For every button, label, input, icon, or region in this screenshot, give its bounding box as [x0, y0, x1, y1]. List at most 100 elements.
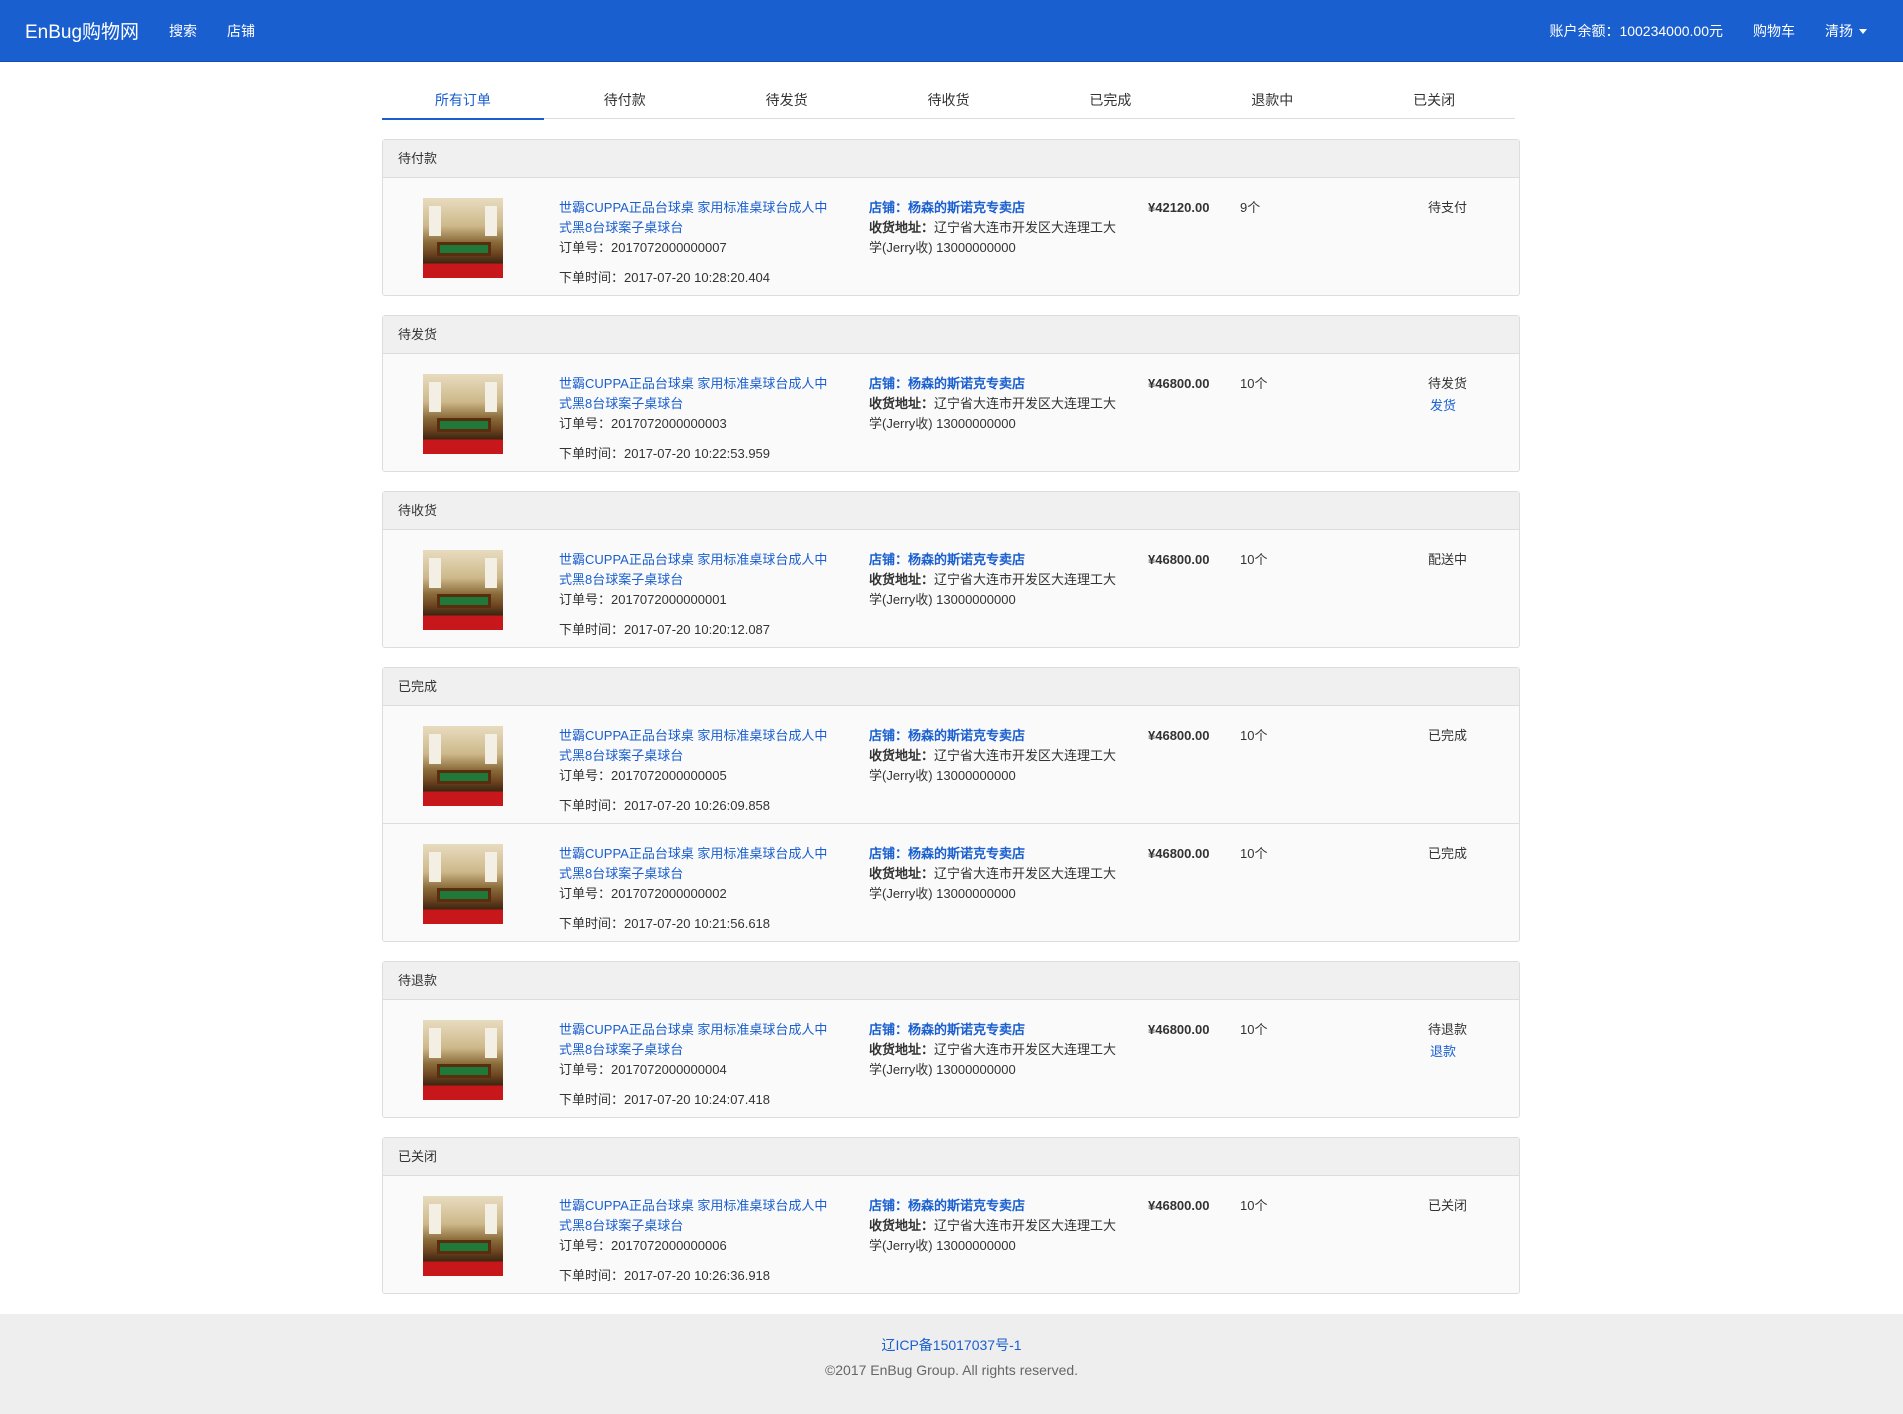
- order-quantity: 10个: [1240, 728, 1268, 743]
- thumbnail-window-left: [429, 382, 441, 412]
- shop-name-link[interactable]: 店铺：杨森的斯诺克专卖店: [869, 844, 1129, 864]
- product-thumbnail[interactable]: [423, 198, 503, 278]
- product-title-link[interactable]: 世霸CUPPA正品台球桌 家用标准桌球台成人中式黑8台球案子桌球台: [559, 726, 829, 766]
- shop-name-link[interactable]: 店铺：杨森的斯诺克专卖店: [869, 374, 1129, 394]
- product-info: 世霸CUPPA正品台球桌 家用标准桌球台成人中式黑8台球案子桌球台 订单号：201…: [559, 198, 829, 288]
- order-price: ¥46800.00: [1148, 1198, 1210, 1213]
- product-thumbnail[interactable]: [423, 1196, 503, 1276]
- user-name: 清扬: [1825, 22, 1853, 39]
- order-group-heading: 已完成: [383, 668, 1519, 706]
- order-quantity: 10个: [1240, 846, 1268, 861]
- product-title-link[interactable]: 世霸CUPPA正品台球桌 家用标准桌球台成人中式黑8台球案子桌球台: [559, 1020, 829, 1060]
- product-info: 世霸CUPPA正品台球桌 家用标准桌球台成人中式黑8台球案子桌球台订单号：201…: [559, 374, 829, 464]
- order-row: 世霸CUPPA正品台球桌 家用标准桌球台成人中式黑8台球案子桌球台订单号：201…: [383, 354, 1519, 471]
- product-thumbnail[interactable]: [423, 374, 503, 454]
- shop-name-link[interactable]: 店铺：杨森的斯诺克专卖店: [869, 1020, 1129, 1040]
- product-thumbnail[interactable]: [423, 844, 503, 924]
- order-number: 订单号：2017072000000001: [559, 592, 727, 607]
- order-status: 已关闭: [1428, 1196, 1488, 1216]
- thumbnail-billiard-table: [437, 888, 491, 902]
- order-status: 配送中: [1428, 550, 1488, 570]
- order-group-panel: 待发货 世霸CUPPA正品台球桌 家用标准桌球台成人中式黑8台球案子桌球台订单号：…: [382, 315, 1520, 472]
- shop-name-link[interactable]: 店铺：杨森的斯诺克专卖店: [869, 1196, 1129, 1216]
- product-info: 世霸CUPPA正品台球桌 家用标准桌球台成人中式黑8台球案子桌球台订单号：201…: [559, 550, 829, 640]
- icp-license-link[interactable]: 辽ICP备15017037号-1: [0, 1335, 1903, 1355]
- shop-info: 店铺：杨森的斯诺克专卖店 收货地址：辽宁省大连市开发区大连理工大学(Jerry收)…: [869, 844, 1129, 904]
- order-time: 下单时间：2017-07-20 10:22:53.959: [559, 446, 771, 461]
- order-price: ¥46800.00: [1148, 1022, 1210, 1037]
- order-status: 已完成: [1428, 726, 1488, 746]
- brand-logo[interactable]: EnBug购物网: [25, 17, 139, 44]
- order-status-text: 待发货: [1428, 376, 1468, 391]
- page-footer: 辽ICP备15017037号-1 ©2017 EnBug Group. All …: [0, 1314, 1903, 1414]
- shop-name-link[interactable]: 店铺：杨森的斯诺克专卖店: [869, 198, 1129, 218]
- order-row: 世霸CUPPA正品台球桌 家用标准桌球台成人中式黑8台球案子桌球台 订单号：201…: [383, 706, 1519, 823]
- order-group-panel: 待收货 世霸CUPPA正品台球桌 家用标准桌球台成人中式黑8台球案子桌球台 订单号：…: [382, 491, 1520, 648]
- thumbnail-window-right: [485, 1204, 497, 1234]
- order-quantity: 9个: [1240, 200, 1261, 215]
- order-action-link[interactable]: 退款: [1430, 1042, 1488, 1062]
- copyright-text: ©2017 EnBug Group. All rights reserved.: [824, 1362, 1079, 1378]
- order-quantity: 10个: [1240, 1198, 1268, 1213]
- shop-name-link[interactable]: 店铺：杨森的斯诺克专卖店: [869, 550, 1129, 570]
- thumbnail-window-left: [429, 734, 441, 764]
- shop-info: 店铺：杨森的斯诺克专卖店 收货地址：辽宁省大连市开发区大连理工大学(Jerry收)…: [869, 726, 1129, 786]
- nav-shop-link[interactable]: 店铺: [227, 21, 255, 41]
- product-title-link[interactable]: 世霸CUPPA正品台球桌 家用标准桌球台成人中式黑8台球案子桌球台: [559, 550, 829, 590]
- tab-pending-payment[interactable]: 待付款: [544, 86, 706, 118]
- thumbnail-window-right: [485, 734, 497, 764]
- thumbnail-billiard-table: [437, 1240, 491, 1254]
- order-status-text: 已完成: [1428, 846, 1468, 861]
- tab-all-orders[interactable]: 所有订单: [382, 86, 544, 120]
- order-number: 订单号：2017072000000003: [559, 416, 727, 431]
- product-title-link[interactable]: 世霸CUPPA正品台球桌 家用标准桌球台成人中式黑8台球案子桌球台: [559, 374, 829, 414]
- product-thumbnail[interactable]: [423, 726, 503, 806]
- tab-closed[interactable]: 已关闭: [1353, 86, 1515, 118]
- order-time: 下单时间：2017-07-20 10:26:09.858: [559, 798, 771, 813]
- order-time: 下单时间：2017-07-20 10:26:36.918: [559, 1268, 771, 1283]
- product-title-link[interactable]: 世霸CUPPA正品台球桌 家用标准桌球台成人中式黑8台球案子桌球台: [559, 198, 829, 238]
- product-title-link[interactable]: 世霸CUPPA正品台球桌 家用标准桌球台成人中式黑8台球案子桌球台: [559, 844, 829, 884]
- thumbnail-window-right: [485, 558, 497, 588]
- tab-completed[interactable]: 已完成: [1029, 86, 1191, 118]
- product-info: 世霸CUPPA正品台球桌 家用标准桌球台成人中式黑8台球案子桌球台 订单号：201…: [559, 844, 829, 934]
- product-info: 世霸CUPPA正品台球桌 家用标准桌球台成人中式黑8台球案子桌球台 订单号：201…: [559, 726, 829, 816]
- order-time: 下单时间：2017-07-20 10:21:56.618: [559, 916, 771, 931]
- shop-info: 店铺：杨森的斯诺克专卖店 收货地址：辽宁省大连市开发区大连理工大学(Jerry收)…: [869, 198, 1129, 258]
- shop-name-link[interactable]: 店铺：杨森的斯诺克专卖店: [869, 726, 1129, 746]
- order-quantity: 10个: [1240, 552, 1268, 567]
- order-time: 下单时间：2017-07-20 10:24:07.418: [559, 1092, 771, 1107]
- order-row: 世霸CUPPA正品台球桌 家用标准桌球台成人中式黑8台球案子桌球台订单号：201…: [383, 530, 1519, 647]
- user-menu-dropdown[interactable]: 清扬: [1825, 21, 1867, 41]
- shop-info: 店铺：杨森的斯诺克专卖店 收货地址：辽宁省大连市开发区大连理工大学(Jerry收)…: [869, 374, 1129, 434]
- order-price: ¥46800.00: [1148, 728, 1210, 743]
- order-group-panel: 已关闭 世霸CUPPA正品台球桌 家用标准桌球台成人中式黑8台球案子桌球台 订单号：…: [382, 1137, 1520, 1294]
- thumbnail-window-right: [485, 852, 497, 882]
- product-thumbnail[interactable]: [423, 550, 503, 630]
- order-status: 待发货 发货: [1428, 374, 1488, 416]
- product-thumbnail[interactable]: [423, 1020, 503, 1100]
- order-time: 下单时间：2017-07-20 10:28:20.404: [559, 270, 771, 285]
- order-price: ¥46800.00: [1148, 376, 1210, 391]
- nav-search-link[interactable]: 搜索: [169, 21, 197, 41]
- product-title-link[interactable]: 世霸CUPPA正品台球桌 家用标准桌球台成人中式黑8台球案子桌球台: [559, 1196, 829, 1236]
- thumbnail-window-right: [485, 1028, 497, 1058]
- thumbnail-billiard-table: [437, 594, 491, 608]
- order-row: 世霸CUPPA正品台球桌 家用标准桌球台成人中式黑8台球案子桌球台订单号：201…: [383, 1176, 1519, 1293]
- address-label: 收货地址：: [869, 396, 935, 411]
- caret-down-icon: [1859, 29, 1867, 35]
- order-number: 订单号：2017072000000006: [559, 1238, 727, 1253]
- tab-refunding[interactable]: 退款中: [1191, 86, 1353, 118]
- cart-link[interactable]: 购物车: [1753, 21, 1795, 41]
- product-info: 世霸CUPPA正品台球桌 家用标准桌球台成人中式黑8台球案子桌球台订单号：201…: [559, 1196, 829, 1286]
- address-label: 收货地址：: [869, 866, 935, 881]
- tab-pending-receipt[interactable]: 待收货: [868, 86, 1030, 118]
- order-group-heading: 已关闭: [383, 1138, 1519, 1176]
- order-status-text: 已关闭: [1428, 1198, 1468, 1213]
- shop-info: 店铺：杨森的斯诺克专卖店 收货地址：辽宁省大连市开发区大连理工大学(Jerry收)…: [869, 1020, 1129, 1080]
- order-action-link[interactable]: 发货: [1430, 396, 1488, 416]
- address-label: 收货地址：: [869, 1042, 935, 1057]
- order-status-text: 待退款: [1428, 1022, 1468, 1037]
- shop-info: 店铺：杨森的斯诺克专卖店 收货地址：辽宁省大连市开发区大连理工大学(Jerry收)…: [869, 550, 1129, 610]
- tab-pending-shipment[interactable]: 待发货: [706, 86, 868, 118]
